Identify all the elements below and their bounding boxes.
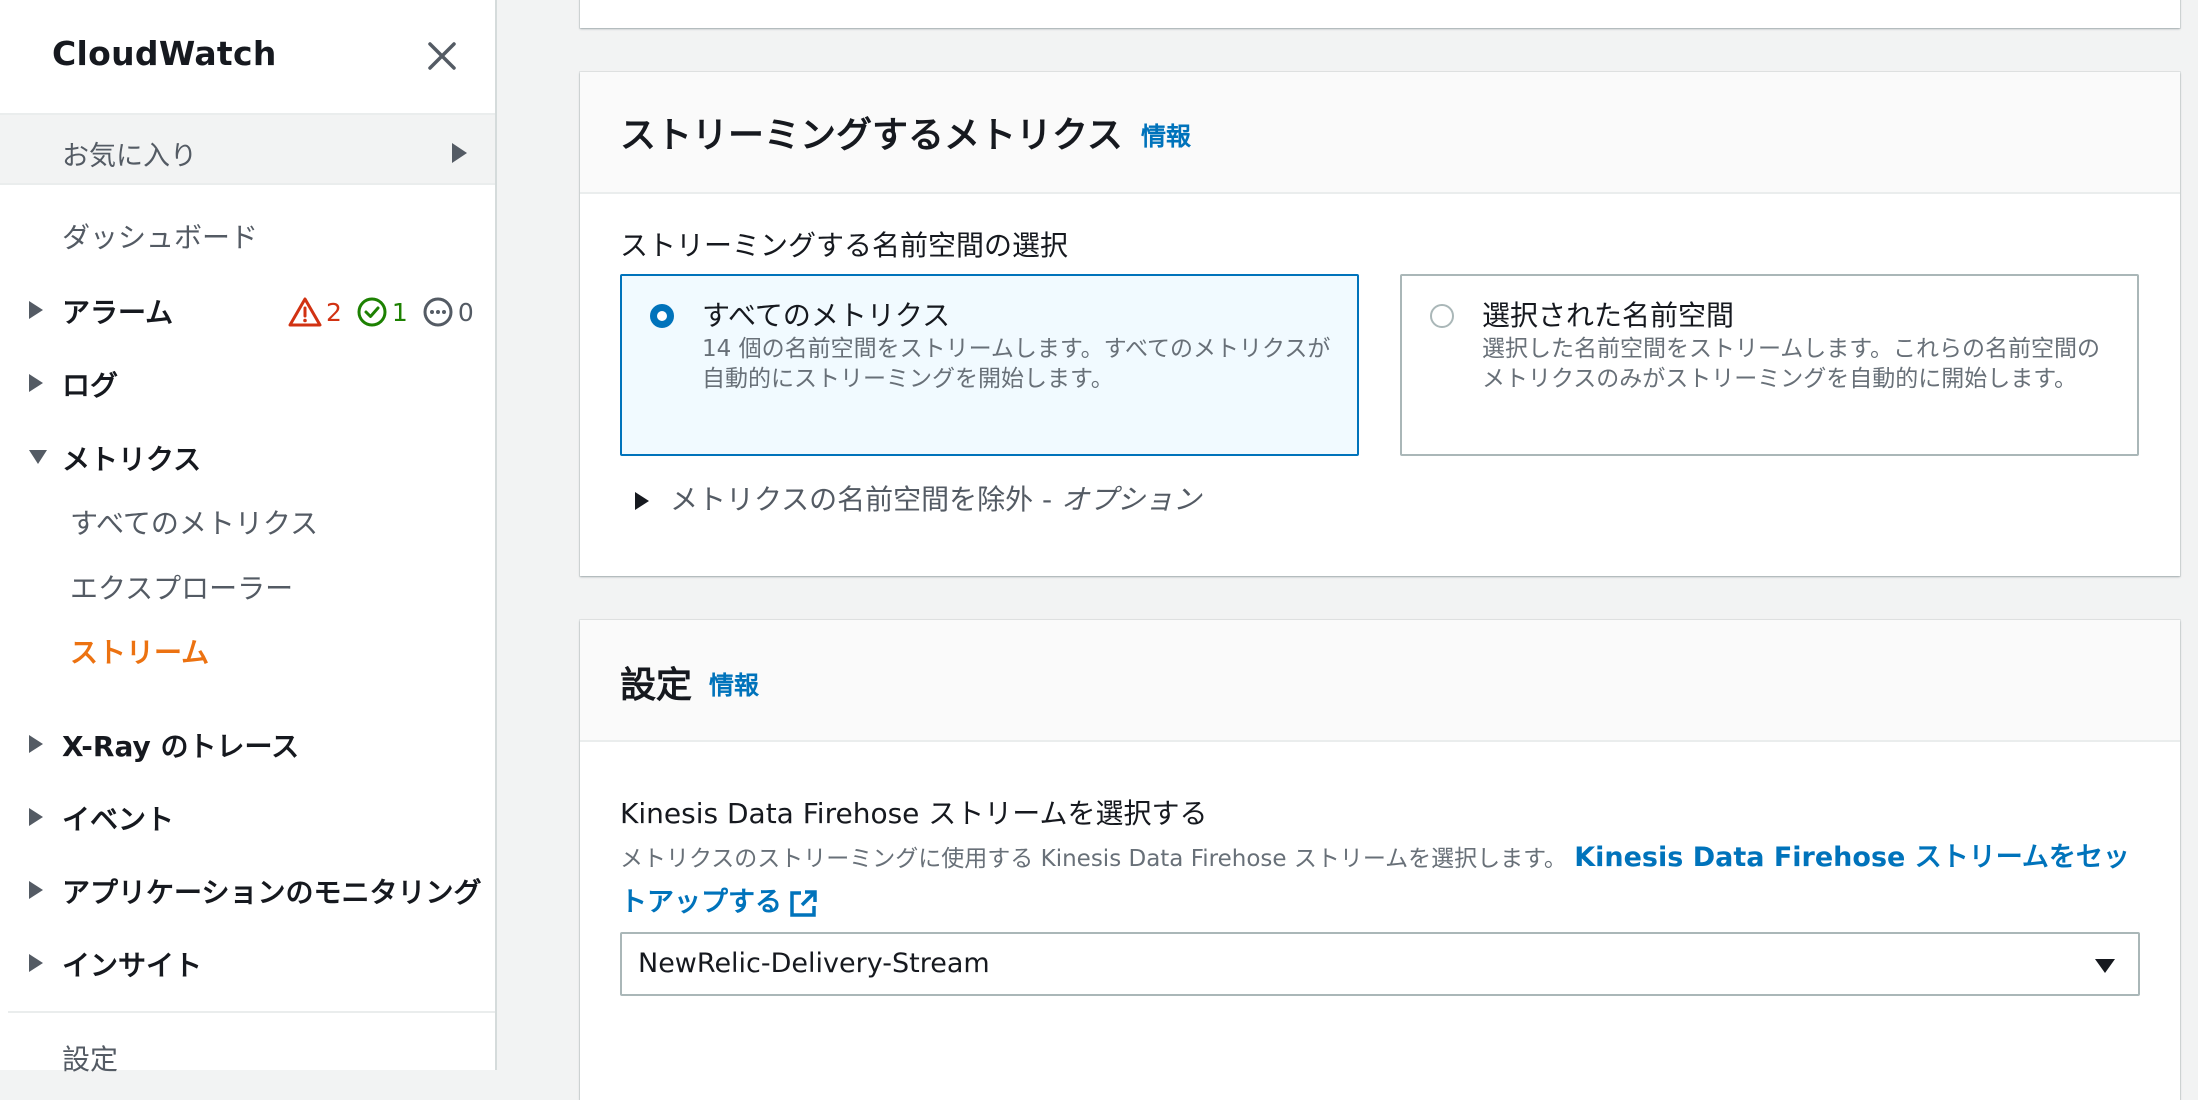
alarm-status-summary[interactable]: 2 1 0 [288,294,488,330]
all-metrics-option[interactable]: すべてのメトリクス 14 個の名前空間をストリームします。すべてのメトリクスが自… [620,274,1359,456]
favorites-section[interactable]: お気に入り [0,113,495,185]
alarm-count[interactable]: 2 [288,296,342,328]
favorites-label: お気に入り [62,141,197,172]
option-description: 14 個の名前空間をストリームします。すべてのメトリクスが自動的にストリーミング… [702,336,1331,392]
insufficient-count[interactable]: 0 [422,296,474,328]
streaming-metrics-panel: ストリーミングするメトリクス 情報 ストリーミングする名前空間の選択 すべてのメ… [580,72,2180,576]
ellipsis-circle-icon [423,297,453,327]
exclude-namespaces-expander[interactable]: メトリクスの名前空間を除外 - オプション [634,478,1201,518]
settings-panel: 設定 情報 Kinesis Data Firehose ストリームを選択する メ… [580,620,2180,1100]
sidebar-item-explorer[interactable]: エクスプローラー [70,567,293,607]
firehose-stream-select[interactable]: NewRelic-Delivery-Stream [620,932,2140,996]
sidebar-item-app-monitoring[interactable]: アプリケーションのモニタリング [62,871,481,911]
exclude-label: メトリクスの名前空間を除外 - [670,483,1062,516]
namespace-selection-label: ストリーミングする名前空間の選択 [620,229,1069,262]
selected-namespaces-option[interactable]: 選択された名前空間 選択した名前空間をストリームします。これらの名前空間のメトリ… [1400,274,2139,456]
option-title: すべてのメトリクス [702,299,951,332]
panel-title: 設定 [620,665,693,706]
caret-down-icon [2094,958,2116,978]
sidebar-item-dashboard[interactable]: ダッシュボード [62,216,258,256]
caret-right-icon [450,142,468,168]
caret-down-icon[interactable] [28,449,48,469]
ok-count-value: 1 [391,297,408,327]
sidebar-item-alarms[interactable]: アラーム [62,291,173,331]
sidebar-item-insights[interactable]: インサイト [62,944,202,984]
firehose-description-text: メトリクスのストリーミングに使用する Kinesis Data Firehose… [620,846,1567,872]
panel-header: ストリーミングするメトリクス 情報 [580,72,2180,194]
firehose-stream-label: Kinesis Data Firehose ストリームを選択する [620,797,1208,830]
sidebar: CloudWatch お気に入り ダッシュボード アラーム 2 1 0 ログ メ… [0,0,497,1076]
caret-right-icon[interactable] [28,734,44,758]
sidebar-item-metrics[interactable]: メトリクス [62,438,201,478]
caret-right-icon[interactable] [28,807,44,831]
caret-right-icon[interactable] [28,880,44,904]
sidebar-title: CloudWatch [52,34,277,73]
check-circle-icon [357,297,387,327]
alarm-count-value: 2 [326,297,342,327]
caret-right-icon[interactable] [28,300,44,324]
warning-icon [288,297,322,327]
radio-selected[interactable] [650,304,674,328]
insufficient-count-value: 0 [457,297,474,327]
sidebar-item-events[interactable]: イベント [62,798,174,838]
selected-stream-value: NewRelic-Delivery-Stream [638,948,990,979]
external-link-icon [790,889,817,917]
info-link[interactable]: 情報 [1141,117,1191,153]
panel-title: ストリーミングするメトリクス [620,115,1123,156]
sidebar-item-xray[interactable]: X-Ray のトレース [62,725,299,765]
option-description: 選択した名前空間をストリームします。これらの名前空間のメトリクスのみがストリーミ… [1482,336,2101,392]
info-link[interactable]: 情報 [709,666,759,702]
option-title: 選択された名前空間 [1482,299,1735,332]
close-icon[interactable] [422,36,462,76]
optional-label: オプション [1061,483,1202,516]
sidebar-item-settings[interactable]: 設定 [62,1038,118,1078]
sidebar-item-logs[interactable]: ログ [62,364,118,404]
caret-right-icon[interactable] [28,953,44,977]
firehose-description: メトリクスのストリーミングに使用する Kinesis Data Firehose… [620,836,2140,926]
sidebar-item-all-metrics[interactable]: すべてのメトリクス [70,502,318,542]
caret-right-icon [634,485,650,518]
radio-unselected[interactable] [1430,304,1454,328]
previous-panel [580,0,2180,28]
sidebar-item-streams[interactable]: ストリーム [70,631,209,671]
caret-right-icon[interactable] [28,373,44,397]
sidebar-divider [8,1011,495,1013]
panel-header: 設定 情報 [580,620,2180,742]
ok-count[interactable]: 1 [356,296,408,328]
